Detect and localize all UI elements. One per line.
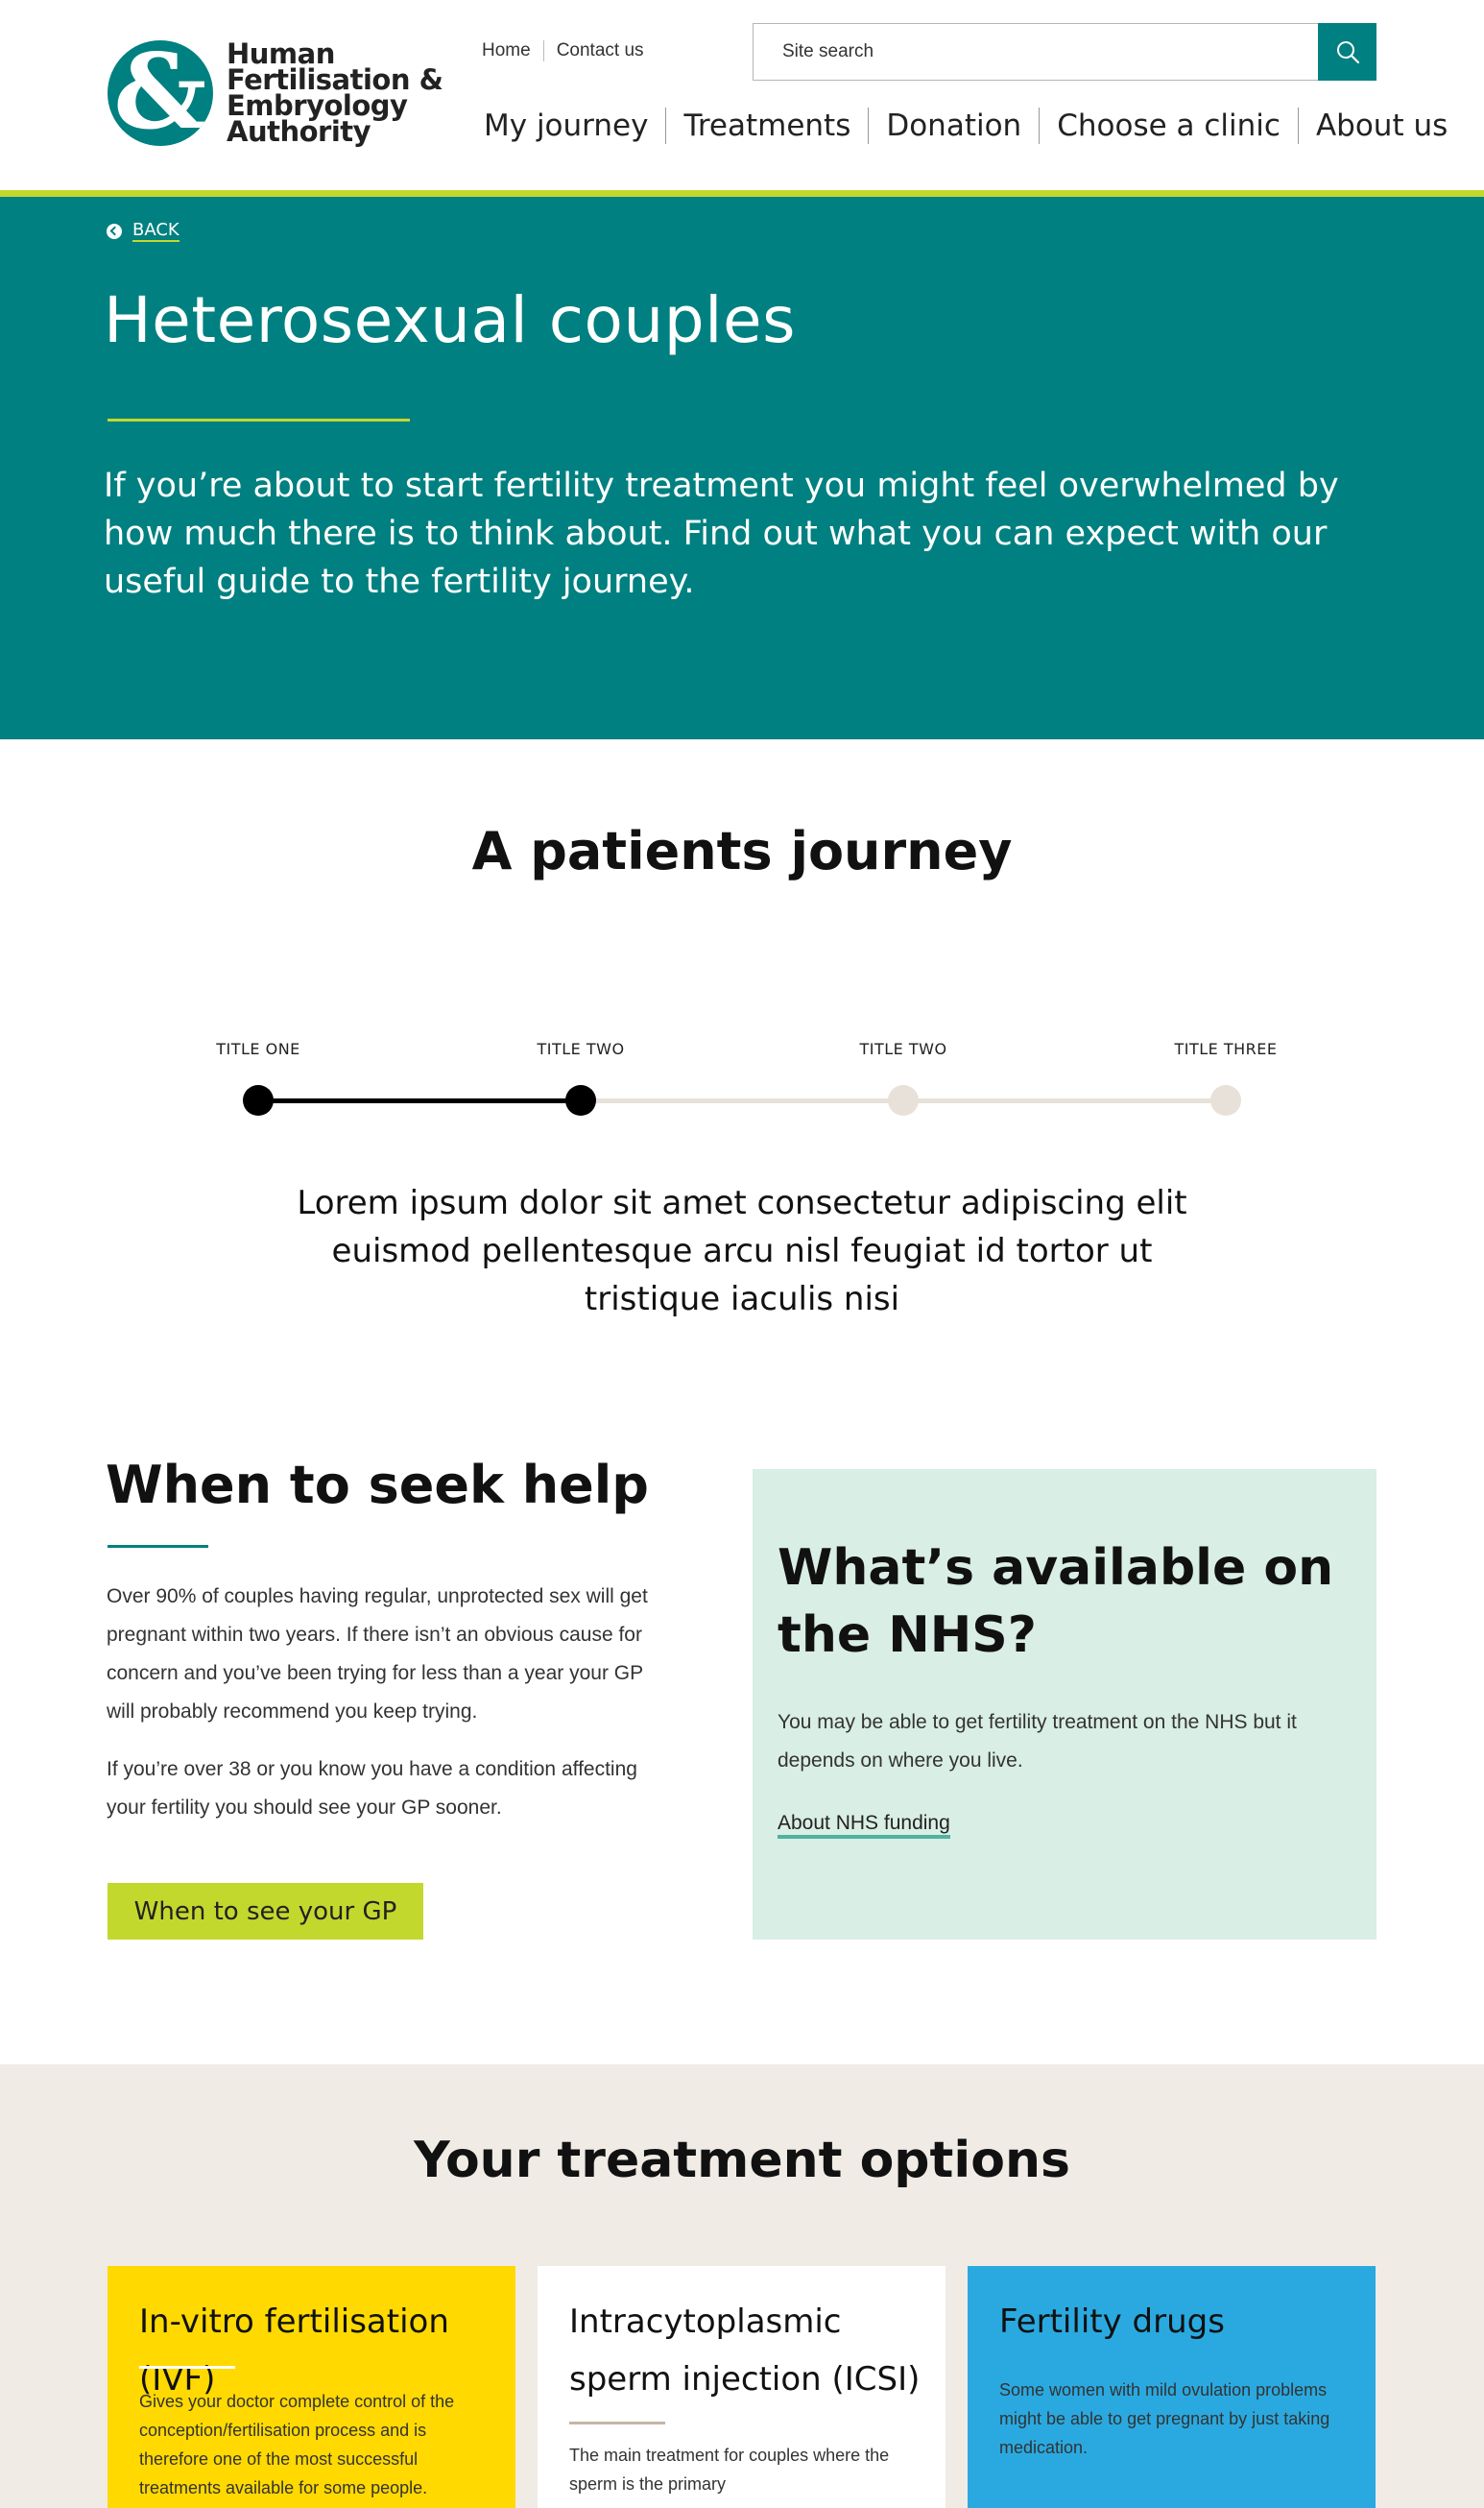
contact-us-link[interactable]: Contact us	[557, 40, 644, 61]
nhs-funding-link[interactable]: About NHS funding	[778, 1812, 950, 1839]
header-accent-rule	[0, 190, 1484, 197]
search-input[interactable]	[754, 24, 1318, 80]
treatment-card-fertility-drugs[interactable]: Fertility drugs Some women with mild ovu…	[968, 2266, 1376, 2508]
divider	[868, 108, 870, 144]
card-text: Gives your doctor complete control of th…	[139, 2392, 455, 2497]
journey-step-label: TITLE TWO	[859, 1040, 947, 1058]
back-label: BACK	[132, 220, 180, 242]
journey-description: Lorem ipsum dolor sit amet consectetur a…	[297, 1184, 1187, 1318]
card-rule	[139, 2366, 235, 2369]
divider	[1039, 108, 1041, 144]
title-underline	[108, 419, 410, 422]
journey-step-dot[interactable]	[888, 1085, 919, 1116]
site-search	[753, 23, 1376, 81]
when-to-see-gp-button[interactable]: When to see your GP	[108, 1883, 423, 1940]
nav-donation[interactable]: Donation	[886, 109, 1021, 143]
card-rule	[569, 2422, 665, 2424]
treatment-card-ivf[interactable]: In-vitro fertilisation (IVF) Gives your …	[108, 2266, 515, 2508]
journey-step-dot[interactable]	[1210, 1085, 1241, 1116]
seek-help-title: When to seek help	[106, 1455, 649, 1515]
nhs-text: You may be able to get fertility treatme…	[778, 1711, 1297, 1772]
journey-title: A patients journey	[471, 821, 1013, 881]
nhs-panel: What’s available on the NHS? You may be …	[753, 1469, 1376, 1940]
hero-intro: If you’re about to start fertility treat…	[104, 467, 1339, 601]
treatment-options-section: Your treatment options In-vitro fertilis…	[0, 2064, 1484, 2508]
treatment-options-title: Your treatment options	[414, 2132, 1070, 2189]
utility-nav: Home Contact us	[482, 40, 644, 61]
seek-help-paragraph: Over 90% of couples having regular, unpr…	[107, 1585, 648, 1723]
journey-step-label: TITLE ONE	[216, 1040, 300, 1058]
nav-choose-a-clinic[interactable]: Choose a clinic	[1057, 109, 1281, 143]
page-title: Heterosexual couples	[104, 283, 796, 357]
card-title: Fertility drugs	[999, 2303, 1225, 2341]
nav-treatments[interactable]: Treatments	[683, 109, 850, 143]
hero-banner: BACK Heterosexual couples If you’re abou…	[0, 197, 1484, 739]
divider	[1297, 108, 1299, 144]
search-button[interactable]	[1318, 23, 1376, 81]
seek-help-paragraph: If you’re over 38 or you know you have a…	[107, 1758, 637, 1819]
back-link[interactable]: BACK	[107, 221, 180, 242]
journey-step-dot[interactable]	[565, 1085, 596, 1116]
home-link[interactable]: Home	[482, 40, 531, 61]
treatment-card-icsi[interactable]: Intracytoplasmic sperm injection (ICSI) …	[538, 2266, 945, 2508]
site-header: & Human Fertilisation & Embryology Autho…	[0, 0, 1484, 197]
journey-track-segment	[258, 1098, 581, 1103]
card-text: The main treatment for couples where the…	[569, 2446, 890, 2494]
journey-track-segment	[581, 1098, 903, 1103]
journey-step-label: TITLE TWO	[537, 1040, 625, 1058]
journey-track-segment	[903, 1098, 1226, 1103]
journey-step-dot[interactable]	[243, 1085, 274, 1116]
nhs-title: What’s available on the NHS?	[778, 1539, 1334, 1664]
nav-my-journey[interactable]: My journey	[484, 109, 648, 143]
ampersand-logo-icon: &	[108, 40, 213, 146]
card-title: Intracytoplasmic sperm injection (ICSI)	[569, 2303, 921, 2399]
logo-wordmark: Human Fertilisation & Embryology Authori…	[227, 37, 443, 148]
seek-help-underline	[108, 1545, 208, 1548]
hfea-logo[interactable]: & Human Fertilisation & Embryology Autho…	[108, 40, 443, 146]
divider	[665, 108, 667, 144]
chevron-left-circle-icon	[107, 224, 122, 239]
nav-about-us[interactable]: About us	[1316, 109, 1448, 143]
main-nav: My journey Treatments Donation Choose a …	[484, 108, 1448, 144]
search-icon	[1336, 41, 1359, 64]
journey-step-label: TITLE THREE	[1174, 1040, 1278, 1058]
card-text: Some women with mild ovulation problems …	[999, 2380, 1330, 2457]
divider	[542, 40, 544, 61]
